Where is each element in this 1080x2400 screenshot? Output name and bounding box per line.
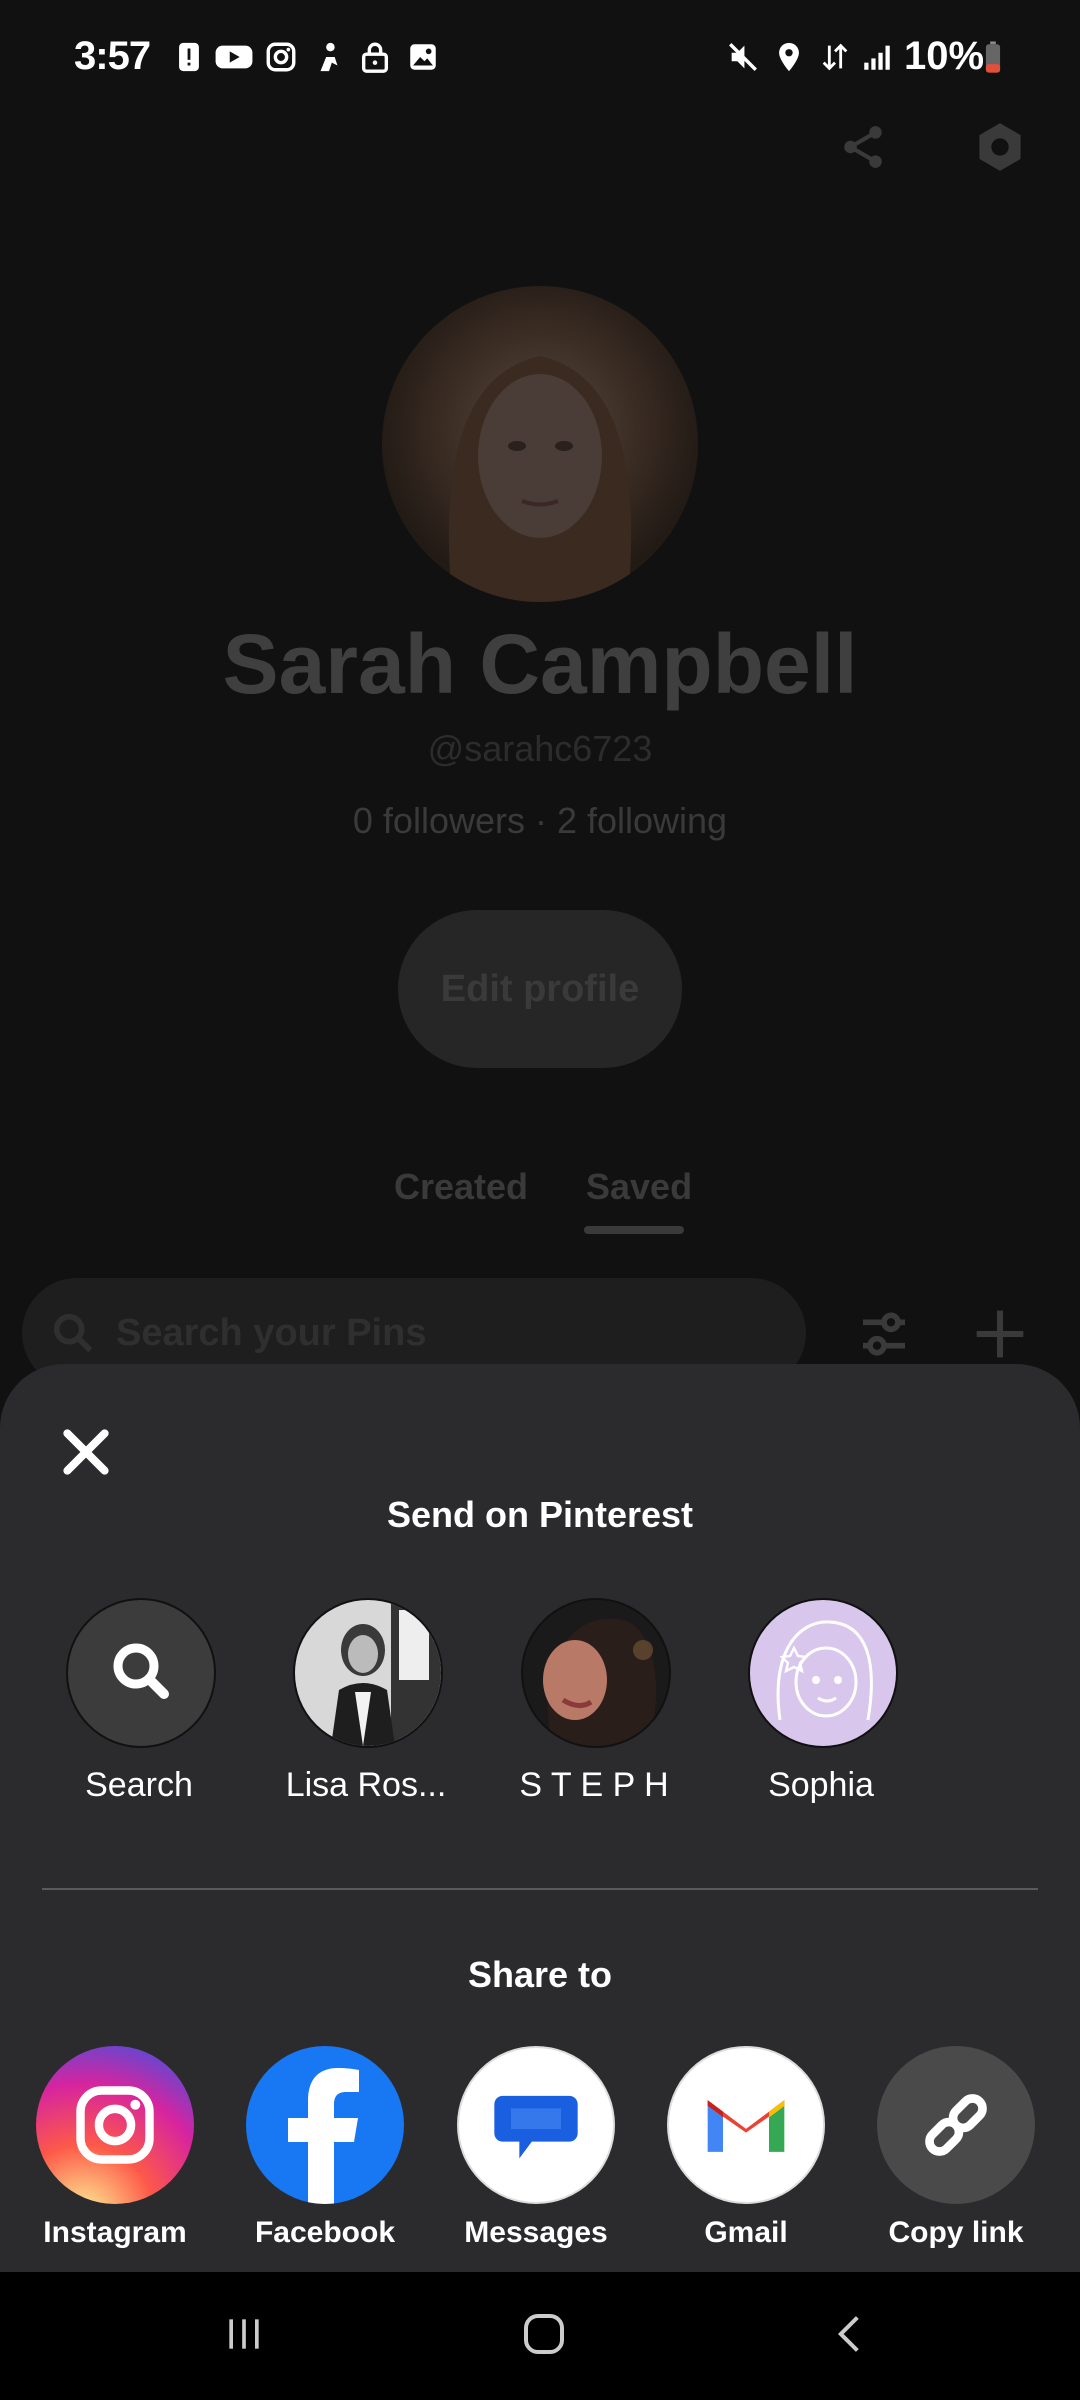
contact-avatar: [543, 1618, 657, 1746]
navigation-bar: [0, 2272, 1080, 2400]
alert-icon: [179, 42, 199, 72]
messages-share-button[interactable]: [457, 2046, 615, 2204]
follow-counts[interactable]: 0 followers · 2 following: [0, 800, 1080, 842]
settings-icon[interactable]: [974, 120, 1026, 174]
contact-avatar: [331, 1600, 441, 1746]
contact-sophia[interactable]: [748, 1598, 898, 1748]
tab-saved[interactable]: Saved: [586, 1166, 692, 1208]
contact-label: Search: [85, 1766, 193, 1804]
app-label: Messages: [464, 2216, 608, 2249]
filter-icon[interactable]: [856, 1306, 912, 1362]
edit-profile-button[interactable]: Edit profile: [398, 910, 682, 1068]
mute-icon: [729, 43, 757, 71]
divider: [42, 1888, 1038, 1890]
status-bar: 3:57 10%: [0, 0, 1080, 120]
back-icon[interactable]: [828, 2312, 872, 2356]
battery-icon: [985, 41, 1001, 73]
share-to-title: Share to: [467, 1954, 613, 1995]
send-on-pinterest-title: Send on Pinterest: [386, 1494, 694, 1535]
contact-steph[interactable]: [521, 1598, 671, 1748]
contact-label: S T E P H: [519, 1766, 669, 1804]
gmail-icon: [707, 2100, 785, 2152]
data-icon: [822, 43, 848, 71]
contact-search-button[interactable]: [66, 1598, 216, 1748]
search-pins-placeholder: Search your Pins: [116, 1312, 427, 1354]
app-label: Instagram: [43, 2216, 187, 2249]
active-tab-indicator: [584, 1226, 684, 1234]
search-icon: [53, 1313, 93, 1353]
messages-icon: [494, 2095, 578, 2159]
profile-name: Sarah Campbell: [222, 617, 858, 711]
add-icon[interactable]: [972, 1306, 1028, 1362]
contact-lisa[interactable]: [293, 1598, 443, 1748]
contact-label: Sophia: [768, 1766, 874, 1804]
contact-label: Lisa Ros...: [285, 1766, 447, 1804]
app-label: Copy link: [888, 2216, 1024, 2249]
location-icon: [779, 42, 799, 72]
instagram-icon: [76, 2086, 154, 2164]
signal-icon: [864, 45, 890, 70]
recents-icon[interactable]: [222, 2312, 266, 2356]
contact-avatar: [776, 1620, 873, 1721]
home-icon[interactable]: [520, 2310, 568, 2358]
copy-link-button[interactable]: [877, 2046, 1035, 2204]
battery-percent: 10%: [904, 34, 985, 78]
lock-icon: [361, 42, 389, 73]
profile-avatar[interactable]: [382, 286, 698, 602]
tab-created[interactable]: Created: [394, 1166, 528, 1208]
gmail-share-button[interactable]: [667, 2046, 825, 2204]
facebook-icon: [288, 2068, 359, 2204]
image-icon: [410, 44, 436, 70]
app-label: Gmail: [704, 2216, 788, 2249]
close-icon[interactable]: [58, 1424, 114, 1480]
share-icon[interactable]: [838, 120, 888, 174]
person-icon: [320, 42, 338, 72]
profile-handle: @sarahc6723: [427, 728, 653, 769]
youtube-icon: [215, 45, 253, 69]
facebook-share-button[interactable]: [246, 2046, 404, 2204]
search-icon: [113, 1643, 169, 1699]
link-icon: [925, 2094, 987, 2156]
instagram-icon: [266, 42, 296, 72]
app-label: Facebook: [254, 2216, 396, 2249]
instagram-share-button[interactable]: [36, 2046, 194, 2204]
status-time: 3:57: [74, 34, 151, 78]
